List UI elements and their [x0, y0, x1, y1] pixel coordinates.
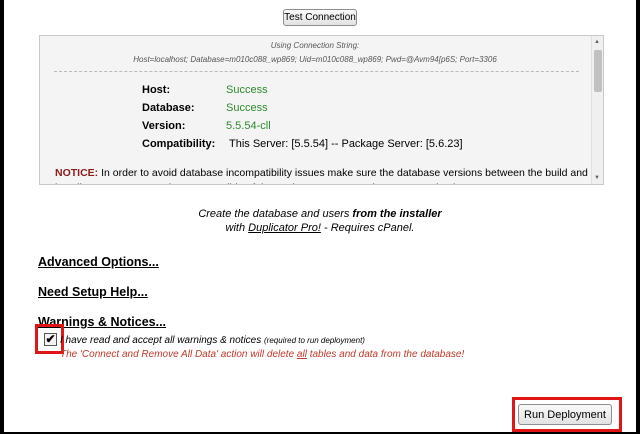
warning-prefix: The 'Connect and Remove All Data' action… [60, 349, 297, 360]
create-db-note-line1: Create the database and users from the i… [4, 208, 636, 220]
advanced-options-link[interactable]: Advanced Options... [38, 255, 159, 269]
warning-suffix: tables and data from the database! [306, 349, 465, 360]
run-deployment-button[interactable]: Run Deployment [518, 404, 612, 425]
duplicator-pro-link[interactable]: Duplicator Pro! [248, 222, 321, 234]
create-note-bold: from the installer [352, 208, 442, 220]
test-connection-button[interactable]: Test Connection [283, 9, 357, 26]
version-label: Version: [142, 120, 186, 132]
create-note-suffix: - Requires cPanel. [320, 222, 415, 234]
scroll-thumb[interactable] [594, 50, 602, 92]
delete-warning: The 'Connect and Remove All Data' action… [60, 349, 464, 360]
create-note-prefix: Create the database and users [198, 208, 353, 220]
accept-warnings-checkbox[interactable]: ✔ [44, 333, 57, 346]
notice-text: NOTICE: In order to avoid database incom… [55, 166, 590, 184]
setup-help-link[interactable]: Need Setup Help... [38, 285, 148, 299]
notice-label: NOTICE: [55, 167, 99, 179]
create-note-with: with [225, 222, 249, 234]
divider [54, 71, 579, 72]
version-value: 5.5.54-cll [226, 120, 271, 132]
accept-label: I have read and accept all warnings & no… [60, 335, 365, 346]
warning-all: all [296, 349, 307, 360]
compatibility-value: This Server: [5.5.54] -- Package Server:… [229, 138, 463, 150]
host-label: Host: [142, 84, 171, 96]
scroll-down-icon[interactable]: ▼ [594, 175, 600, 181]
host-status: Success [226, 84, 268, 96]
database-status: Success [226, 102, 268, 114]
connection-results-panel[interactable]: Using Connection String: Host=localhost;… [39, 35, 604, 185]
installer-page: Test Connection Using Connection String:… [4, 0, 636, 432]
create-db-note-line2: with Duplicator Pro! - Requires cPanel. [4, 222, 636, 234]
database-label: Database: [142, 102, 195, 114]
notice-body: In order to avoid database incompatibili… [55, 167, 588, 184]
connection-string: Host=localhost; Database=m010c088_wp869;… [133, 55, 497, 64]
results-scrollbar[interactable]: ▲ ▼ [591, 36, 603, 184]
accept-text: I have read and accept all warnings & no… [60, 335, 262, 346]
compatibility-label: Compatibility: [142, 138, 216, 150]
connection-string-label: Using Connection String: [270, 41, 360, 50]
accept-required-note: (required to run deployment) [264, 336, 365, 345]
scroll-up-icon[interactable]: ▲ [594, 39, 600, 45]
